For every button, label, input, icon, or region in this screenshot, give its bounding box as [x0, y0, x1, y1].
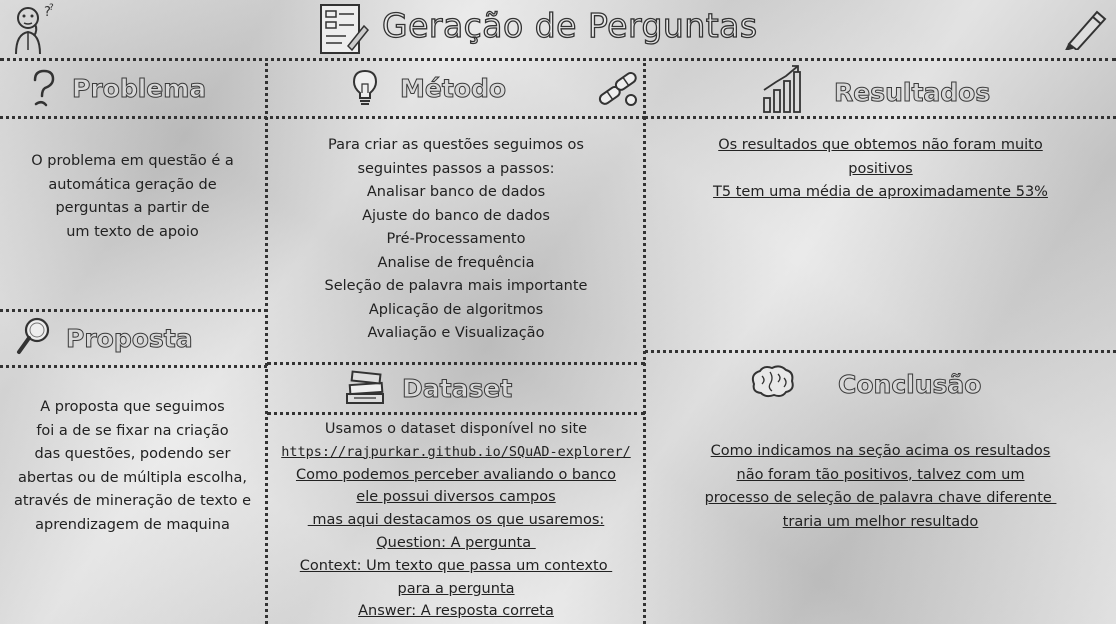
text-line: Para criar as questões seguimos os [328, 137, 584, 153]
section-title-metodo: Método [399, 74, 507, 104]
text-line: abertas ou de múltipla escolha, [18, 469, 247, 486]
text-line: Os resultados que obtemos não foram muit… [718, 137, 1043, 153]
problema-text: O problema em questão é a automática ger… [0, 150, 265, 244]
thinking-person-icon: ? ? [8, 2, 56, 56]
text-line: A proposta que seguimos [40, 399, 225, 415]
divider-problema-proposta-top [0, 309, 267, 312]
books-icon [344, 368, 386, 408]
divider-top [0, 58, 1116, 61]
text-line: seguintes passos a passos: [357, 160, 555, 177]
divider-proposta-header [0, 365, 267, 368]
dataset-text: Usamos o dataset disponível no site http… [267, 418, 645, 623]
divider-resultados-conclusao [645, 350, 1116, 353]
proposta-text: A proposta que seguimos foi a de se fixa… [0, 396, 265, 537]
divider-headers-left [0, 116, 645, 119]
section-title-proposta: Proposta [66, 324, 194, 354]
text-line: através de mineração de texto e [13, 493, 252, 509]
text-line: Analisar banco de dados [366, 184, 546, 200]
text-line: um texto de apoio [66, 223, 199, 240]
text-line: mas aqui destacamos os que usaremos: [307, 512, 605, 529]
metodo-text: Para criar as questões seguimos os segui… [267, 134, 645, 346]
pencil-icon [1063, 6, 1109, 50]
text-line: automática geração de [48, 176, 217, 193]
text-line: traria um melhor resultado [782, 513, 979, 530]
text-line: Pré-Processamento [386, 231, 526, 247]
text-line: T5 tem uma média de aproximadamente 53% [713, 184, 1048, 200]
magnifier-icon [16, 316, 52, 356]
text-line: Ajuste do banco de dados [362, 207, 550, 224]
text-line: das questões, podendo ser [34, 446, 231, 462]
bar-chart-icon [760, 64, 806, 114]
text-line: Como indicamos na seção acima os resulta… [710, 443, 1051, 459]
divider-dataset-header [267, 412, 645, 415]
text-line: Usamos o dataset disponível no site [324, 421, 588, 437]
brain-icon [748, 364, 796, 400]
text-line: positivos [848, 160, 913, 177]
conclusao-text: Como indicamos na seção acima os resulta… [645, 440, 1116, 534]
dataset-link[interactable]: https://rajpurkar.github.io/SQuAD-explor… [267, 441, 645, 464]
text-line: para a pergunta [397, 580, 515, 597]
text-line: processo de seleção de palavra chave dif… [704, 490, 1057, 506]
text-line: Como podemos perceber avaliando o banco [295, 466, 617, 483]
text-line: Aplicação de algoritmos [368, 301, 544, 318]
text-line: foi a de se fixar na criação [36, 422, 229, 439]
text-line: Seleção de palavra mais importante [324, 278, 588, 294]
text-line: Answer: A resposta correta [358, 603, 554, 620]
section-title-dataset: Dataset [401, 374, 513, 404]
section-title-resultados: Resultados [833, 78, 991, 108]
svg-text:?: ? [49, 3, 54, 13]
text-line: Analise de frequência [377, 254, 535, 271]
section-title-conclusao: Conclusão [837, 370, 982, 400]
text-line: não foram tão positivos, talvez com um [736, 466, 1025, 483]
section-title-problema: Problema [71, 74, 207, 104]
text-line: ele possui diversos campos [356, 489, 556, 506]
question-mark-icon [30, 68, 58, 108]
text-line: Avaliação e Visualização [367, 325, 545, 341]
text-line: Context: Um texto que passa um contexto [299, 557, 613, 574]
divider-metodo-dataset [267, 362, 645, 365]
divider-header-resultados [645, 116, 1116, 119]
text-line: perguntas a partir de [55, 200, 210, 216]
pills-icon [595, 68, 641, 110]
text-line: Question: A pergunta [376, 534, 536, 551]
form-writing-icon [318, 2, 370, 56]
page-title: Geração de Perguntas [381, 5, 758, 45]
lightbulb-icon [350, 68, 380, 108]
resultados-text: Os resultados que obtemos não foram muit… [645, 134, 1116, 205]
text-line: aprendizagem de maquina [35, 516, 230, 533]
text-line: O problema em questão é a [31, 153, 234, 169]
